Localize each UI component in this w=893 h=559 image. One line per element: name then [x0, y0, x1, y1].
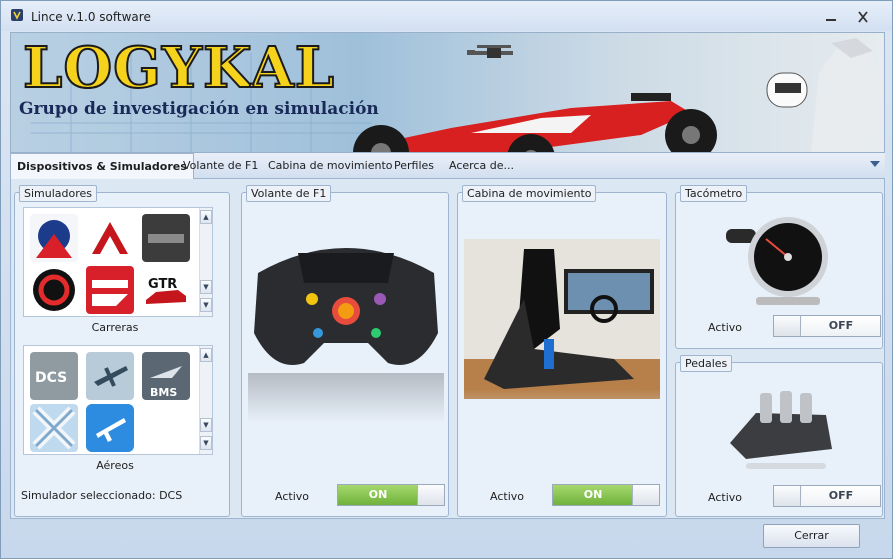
- xplane-icon[interactable]: [30, 404, 78, 452]
- simuladores-group: Simuladores GTR ▲ ▼ ▼ Carreras DCS BMS ▲…: [14, 185, 230, 517]
- toggle-knob: [774, 486, 801, 506]
- carreras-list: GTR ▲ ▼ ▼: [23, 207, 213, 317]
- minimize-icon[interactable]: [821, 9, 841, 25]
- pedales-title: Pedales: [680, 355, 733, 372]
- close-button[interactable]: Cerrar: [763, 524, 860, 548]
- tacometro-toggle[interactable]: OFF: [773, 315, 881, 337]
- volante-toggle-on: ON: [338, 485, 418, 505]
- cabina-group: Cabina de movimiento Activo ON: [457, 185, 667, 517]
- tab-acerca[interactable]: Acerca de...: [449, 153, 514, 179]
- app-window: Lince v.1.0 software LOGYKAL Grupo de in…: [0, 0, 893, 559]
- pedales-group: Pedales Activo OFF: [675, 355, 883, 517]
- scroll-end-icon[interactable]: ▼: [200, 298, 212, 312]
- iracing-icon[interactable]: [30, 214, 78, 262]
- tab-dispositivos[interactable]: Dispositivos & Simuladores: [10, 153, 194, 180]
- volante-status-label: Activo: [275, 490, 309, 503]
- rfactor-icon[interactable]: [30, 266, 78, 314]
- rfactor2-icon[interactable]: [86, 266, 134, 314]
- tacometro-toggle-off: OFF: [802, 316, 880, 336]
- tab-perfiles[interactable]: Perfiles: [394, 153, 434, 179]
- scroll-up-icon[interactable]: ▲: [200, 210, 212, 224]
- toggle-knob: [417, 485, 444, 505]
- logo-text: LOGYKAL: [22, 34, 336, 102]
- aereos-scrollbar[interactable]: ▲ ▼ ▼: [199, 346, 212, 454]
- scroll-down-icon[interactable]: ▼: [200, 280, 212, 294]
- selected-simulator-text: Simulador seleccionado: DCS: [21, 489, 183, 502]
- tab-cabina[interactable]: Cabina de movimiento: [268, 153, 392, 179]
- pedals-image-icon: [726, 383, 836, 473]
- f1-wheel-image-icon: [248, 213, 444, 423]
- pedales-toggle-off: OFF: [802, 486, 880, 506]
- simuladores-title: Simuladores: [19, 185, 98, 202]
- dcs-icon[interactable]: DCS: [30, 352, 78, 400]
- toggle-knob: [632, 485, 659, 505]
- project-cars-icon[interactable]: [142, 214, 190, 262]
- aereos-list: DCS BMS ▲ ▼ ▼: [23, 345, 213, 455]
- cabina-title: Cabina de movimiento: [462, 185, 597, 202]
- svg-text:DCS: DCS: [35, 370, 67, 386]
- cabina-toggle[interactable]: ON: [552, 484, 660, 506]
- logo-subtitle: Grupo de investigación en simulación: [19, 99, 379, 119]
- volante-toggle[interactable]: ON: [337, 484, 445, 506]
- tacometro-title: Tacómetro: [680, 185, 748, 202]
- header-banner: LOGYKAL Grupo de investigación en simula…: [10, 32, 885, 153]
- fsx-icon[interactable]: [86, 404, 134, 452]
- pedales-toggle[interactable]: OFF: [773, 485, 881, 507]
- cabina-status-label: Activo: [490, 490, 524, 503]
- tacometro-group: Tacómetro Activo OFF: [675, 185, 883, 349]
- tab-overflow-arrow-icon[interactable]: [870, 161, 880, 167]
- scroll-end-icon[interactable]: ▼: [200, 436, 212, 450]
- motion-cockpit-image-icon: [464, 239, 660, 449]
- carreras-scrollbar[interactable]: ▲ ▼ ▼: [199, 208, 212, 316]
- bms-icon[interactable]: BMS: [142, 352, 190, 400]
- svg-text:BMS: BMS: [150, 386, 177, 399]
- aereos-label: Aéreos: [96, 459, 134, 472]
- title-bar: Lince v.1.0 software: [1, 1, 892, 31]
- toggle-knob: [774, 316, 801, 336]
- tachometer-image-icon: [726, 209, 836, 309]
- volante-group: Volante de F1 Activo ON: [241, 185, 449, 517]
- carreras-label: Carreras: [91, 321, 139, 334]
- close-window-icon[interactable]: [853, 9, 873, 25]
- app-logo-icon: [11, 9, 23, 21]
- window-title: Lince v.1.0 software: [31, 10, 151, 24]
- scroll-up-icon[interactable]: ▲: [200, 348, 212, 362]
- volante-title: Volante de F1: [246, 185, 332, 202]
- tab-content: Simuladores GTR ▲ ▼ ▼ Carreras DCS BMS ▲…: [10, 179, 885, 519]
- gtr-icon[interactable]: GTR: [142, 266, 190, 314]
- pedales-status-label: Activo: [708, 491, 742, 504]
- il2-icon[interactable]: [86, 352, 134, 400]
- svg-text:GTR: GTR: [148, 277, 177, 292]
- tab-bar: Dispositivos & Simuladores Volante de F1…: [10, 153, 885, 180]
- tacometro-status-label: Activo: [708, 321, 742, 334]
- cabina-toggle-on: ON: [553, 485, 633, 505]
- scroll-down-icon[interactable]: ▼: [200, 418, 212, 432]
- assetto-corsa-icon[interactable]: [86, 214, 134, 262]
- tab-volante[interactable]: Volante de F1: [183, 153, 258, 179]
- footer-bar: Cerrar: [10, 519, 885, 552]
